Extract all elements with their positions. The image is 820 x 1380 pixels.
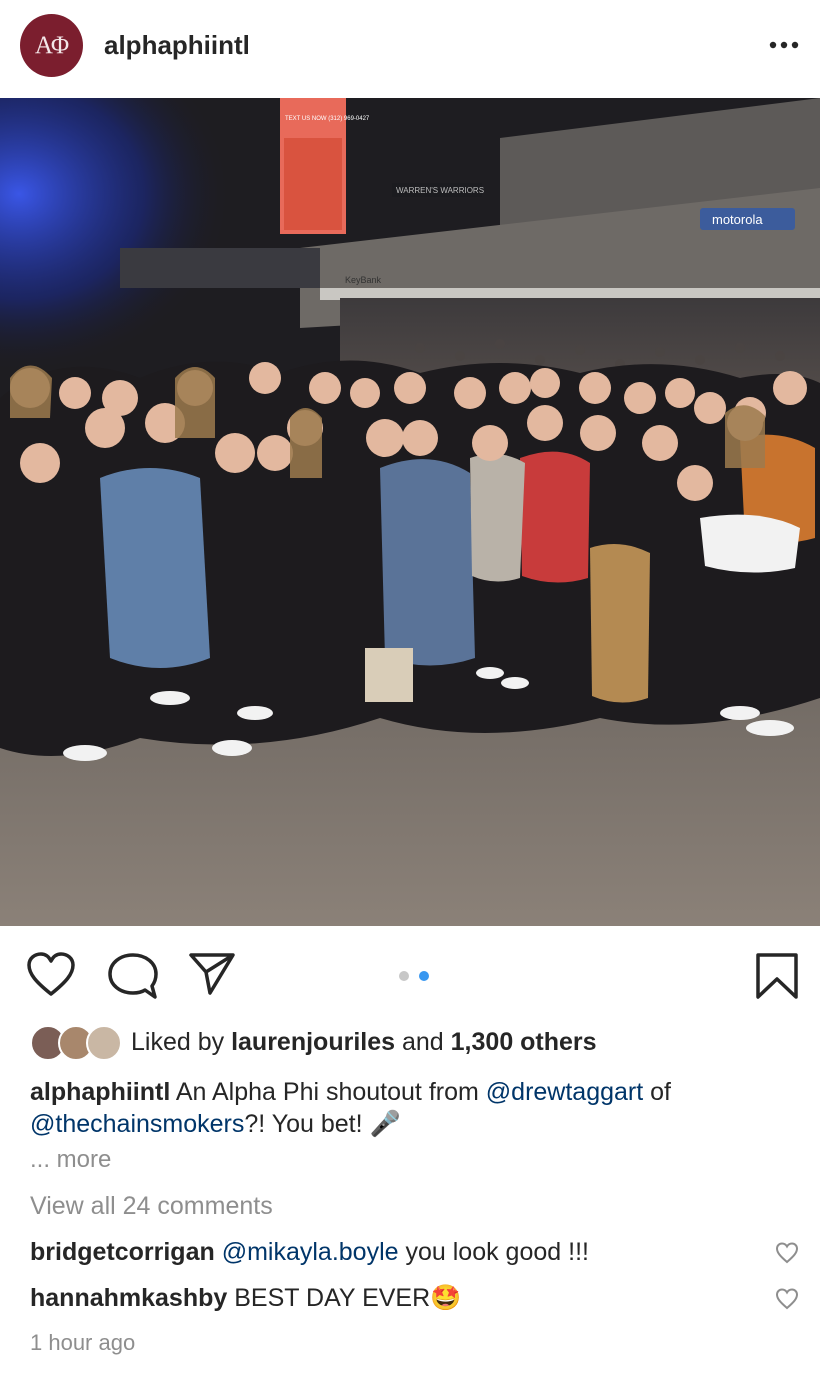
post-header: ΑΦ alphaphiintl (0, 0, 820, 98)
caption-text-1: An Alpha Phi shoutout from (175, 1078, 479, 1106)
comment-row: bridgetcorrigan @mikayla.boyle you look … (30, 1238, 800, 1267)
carousel-dot-1[interactable] (399, 971, 409, 981)
comment-row: hannahmkashby BEST DAY EVER🤩 (30, 1284, 800, 1313)
caption-more-link[interactable]: ... more (30, 1146, 111, 1174)
comment-like-heart-icon[interactable] (775, 1242, 799, 1264)
caption-mention-drewtaggart[interactable]: @drewtaggart (486, 1078, 643, 1106)
post-caption: alphaphiintl An Alpha Phi shoutout from … (30, 1076, 800, 1140)
likes-prefix: Liked by (131, 1028, 225, 1056)
avatar-monogram: ΑΦ (34, 31, 69, 59)
liker-username[interactable]: laurenjouriles (231, 1028, 395, 1056)
caption-username[interactable]: alphaphiintl (30, 1078, 170, 1106)
carousel-dot-2[interactable] (419, 971, 429, 981)
arena-group-photo: motorola KeyBank WARREN'S WARRIORS TEXT … (0, 98, 820, 926)
paper-plane-icon[interactable] (188, 952, 236, 996)
view-all-comments-link[interactable]: View all 24 comments (30, 1192, 273, 1221)
liker-avatars[interactable] (30, 1025, 122, 1061)
post-photo[interactable]: motorola KeyBank WARREN'S WARRIORS TEXT … (0, 98, 820, 926)
comment-username[interactable]: bridgetcorrigan (30, 1238, 215, 1266)
carousel-indicator (399, 971, 429, 981)
jumbotron-text: TEXT US NOW (312) 969-0427 (285, 116, 370, 122)
sponsor-motorola: motorola (712, 212, 763, 227)
more-horizontal-icon[interactable] (764, 34, 804, 56)
comment-username[interactable]: hannahmkashby (30, 1284, 227, 1312)
microphone-emoji: 🎤 (369, 1110, 401, 1138)
heart-icon[interactable] (26, 952, 76, 998)
sponsor-keybank: KeyBank (345, 275, 382, 285)
caption-text-2: of (650, 1078, 671, 1106)
comment-text: you look good !!! (405, 1238, 589, 1266)
post-username[interactable]: alphaphiintl (104, 30, 250, 61)
likes-count[interactable]: 1,300 others (451, 1028, 597, 1056)
likes-row: Liked by laurenjouriles and 1,300 others (30, 1022, 810, 1066)
post-timestamp: 1 hour ago (30, 1330, 136, 1355)
profile-avatar[interactable]: ΑΦ (20, 14, 83, 77)
likes-summary[interactable]: Liked by laurenjouriles and 1,300 others (131, 1028, 597, 1057)
comment-like-heart-icon[interactable] (775, 1288, 799, 1310)
liker-avatar-3 (86, 1025, 122, 1061)
comment-bubble-icon[interactable] (108, 952, 158, 1000)
banner-text: WARREN'S WARRIORS (396, 186, 484, 195)
caption-text-3: ?! You bet! (244, 1110, 363, 1138)
likes-and: and (401, 1028, 444, 1056)
bookmark-icon[interactable] (755, 952, 799, 1000)
comment-text: BEST DAY EVER🤩 (234, 1284, 462, 1312)
comment-mention[interactable]: @mikayla.boyle (222, 1238, 399, 1266)
caption-mention-thechainsmokers[interactable]: @thechainsmokers (30, 1110, 244, 1138)
